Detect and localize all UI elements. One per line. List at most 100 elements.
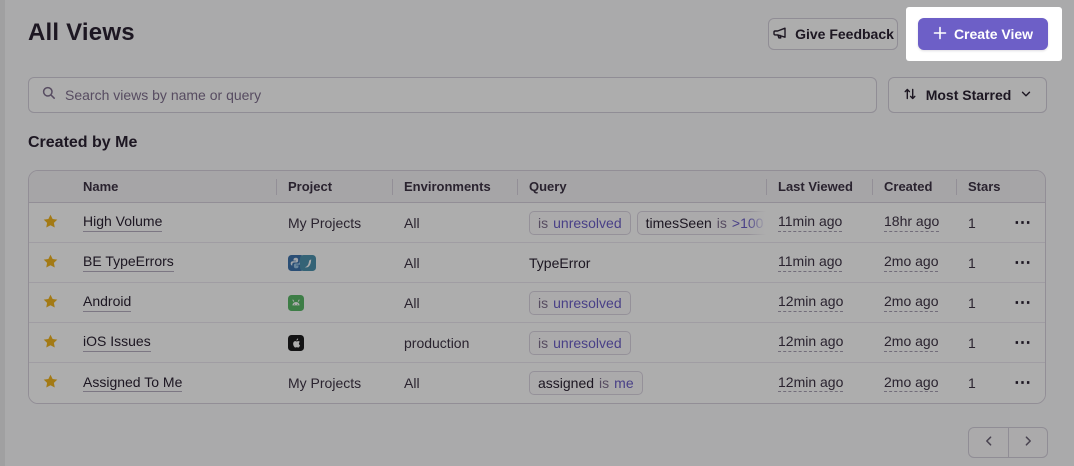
star-cell	[29, 243, 71, 282]
created-value[interactable]: 2mo ago	[884, 333, 938, 352]
query-token-part: is	[717, 215, 727, 231]
project-cell	[276, 283, 392, 322]
ellipsis-menu-button[interactable]: ⋯	[1014, 378, 1032, 388]
table-row[interactable]: BE TypeErrors All TypeError 11min ago 2mo ag…	[29, 243, 1045, 283]
star-icon[interactable]	[42, 373, 59, 393]
project-label: My Projects	[288, 215, 361, 231]
last-viewed-value[interactable]: 12min ago	[778, 293, 843, 312]
star-icon[interactable]	[42, 333, 59, 353]
menu-cell: ⋯	[1001, 203, 1045, 242]
star-icon[interactable]	[42, 293, 59, 313]
view-name-link[interactable]: iOS Issues	[83, 333, 151, 352]
query-cell: isunresolved timesSeen is >100	[517, 203, 766, 242]
last-viewed-cell: 12min ago	[766, 363, 872, 403]
star-icon[interactable]	[42, 253, 59, 273]
query-cell: TypeError	[517, 243, 766, 282]
star-icon[interactable]	[42, 213, 59, 233]
stars-cell: 1	[956, 243, 1001, 282]
stars-cell: 1	[956, 203, 1001, 242]
query-token-part: TypeError	[529, 255, 590, 271]
query-token-part: assigned	[538, 375, 594, 391]
ellipsis-menu-button[interactable]: ⋯	[1014, 298, 1032, 308]
query-token-part: >100	[732, 215, 764, 231]
created-value[interactable]: 2mo ago	[884, 253, 938, 272]
table-body: High Volume My Projects All is unresolved tim…	[29, 203, 1045, 403]
query-token-part: is	[538, 335, 548, 351]
created-value[interactable]: 2mo ago	[884, 293, 938, 312]
ellipsis-menu-button[interactable]: ⋯	[1014, 218, 1032, 228]
environments-cell: All	[392, 203, 517, 242]
header-name: Name	[71, 171, 276, 202]
query-token-part: timesSeen	[646, 215, 712, 231]
environment-label: All	[404, 295, 420, 311]
star-count: 1	[968, 295, 976, 311]
created-cell: 18hr ago	[872, 203, 956, 242]
query-token: isunresolved	[529, 211, 631, 235]
last-viewed-value[interactable]: 11min ago	[778, 213, 842, 232]
stars-cell: 1	[956, 363, 1001, 403]
created-cell: 2mo ago	[872, 323, 956, 362]
platform-icon-group	[288, 335, 304, 351]
project-cell: My Projects	[276, 363, 392, 403]
view-name-link[interactable]: BE TypeErrors	[83, 253, 174, 272]
ellipsis-menu-button[interactable]: ⋯	[1014, 258, 1032, 268]
search-icon	[41, 85, 57, 106]
last-viewed-value[interactable]: 11min ago	[778, 253, 842, 272]
platform-icon-group	[288, 255, 316, 271]
query-token-part: is	[538, 215, 548, 231]
search-bar[interactable]	[28, 77, 877, 113]
last-viewed-value[interactable]: 12min ago	[778, 333, 843, 352]
next-page-button[interactable]	[1008, 428, 1047, 457]
environments-cell: All	[392, 243, 517, 282]
star-count: 1	[968, 375, 976, 391]
apple-icon	[288, 335, 304, 351]
query-token: timesSeen is >100	[637, 211, 766, 235]
created-cell: 2mo ago	[872, 363, 956, 403]
menu-cell: ⋯	[1001, 243, 1045, 282]
query-cell: assignedisme	[517, 363, 766, 403]
menu-cell: ⋯	[1001, 363, 1045, 403]
search-input[interactable]	[65, 87, 864, 103]
environments-cell: All	[392, 363, 517, 403]
header-environments: Environments	[392, 171, 517, 202]
created-value[interactable]: 2mo ago	[884, 374, 938, 393]
ellipsis-menu-button[interactable]: ⋯	[1014, 338, 1032, 348]
query-cell: is unresolved	[517, 283, 766, 322]
star-cell	[29, 363, 71, 403]
table-row[interactable]: High VolumeMy ProjectsAllisunresolvedtim…	[29, 203, 1045, 243]
query-token-part: is	[538, 295, 548, 311]
environment-label: production	[404, 335, 469, 351]
menu-cell: ⋯	[1001, 323, 1045, 362]
header-menu-column	[1001, 171, 1045, 202]
name-cell: BE TypeErrors	[71, 243, 276, 282]
pagination	[968, 427, 1048, 458]
give-feedback-button[interactable]: Give Feedback	[768, 18, 898, 50]
star-count: 1	[968, 215, 976, 231]
table-row[interactable]: Assigned To Me My Projects Allassignedisme…	[29, 363, 1045, 403]
environment-label: All	[404, 215, 420, 231]
views-table: Name Project Environments Query Last Vie…	[28, 170, 1046, 404]
query-token: TypeError	[529, 255, 590, 271]
environment-label: All	[404, 255, 420, 271]
query-token-part: me	[614, 375, 633, 391]
query-token-part: unresolved	[553, 295, 622, 311]
name-cell: iOS Issues	[71, 323, 276, 362]
project-label: My Projects	[288, 375, 361, 391]
sort-dropdown[interactable]: Most Starred	[888, 77, 1047, 113]
table-row[interactable]: Android All is unresolved 12min ago 2mo ago 1 ⋯	[29, 283, 1045, 323]
view-name-link[interactable]: Android	[83, 293, 131, 312]
view-name-link[interactable]: Assigned To Me	[83, 374, 182, 393]
chevron-left-icon	[982, 434, 996, 451]
previous-page-button[interactable]	[969, 428, 1008, 457]
name-cell: Android	[71, 283, 276, 322]
table-row[interactable]: iOS Issuesproductionisunresolved12min ag…	[29, 323, 1045, 363]
query-token: is unresolved	[529, 291, 631, 315]
chevron-right-icon	[1021, 434, 1035, 451]
environments-cell: production	[392, 323, 517, 362]
star-cell	[29, 203, 71, 242]
name-cell: High Volume	[71, 203, 276, 242]
view-name-link[interactable]: High Volume	[83, 213, 162, 232]
create-view-button[interactable]: Create View	[918, 18, 1048, 50]
last-viewed-value[interactable]: 12min ago	[778, 374, 843, 393]
created-value[interactable]: 18hr ago	[884, 213, 939, 232]
